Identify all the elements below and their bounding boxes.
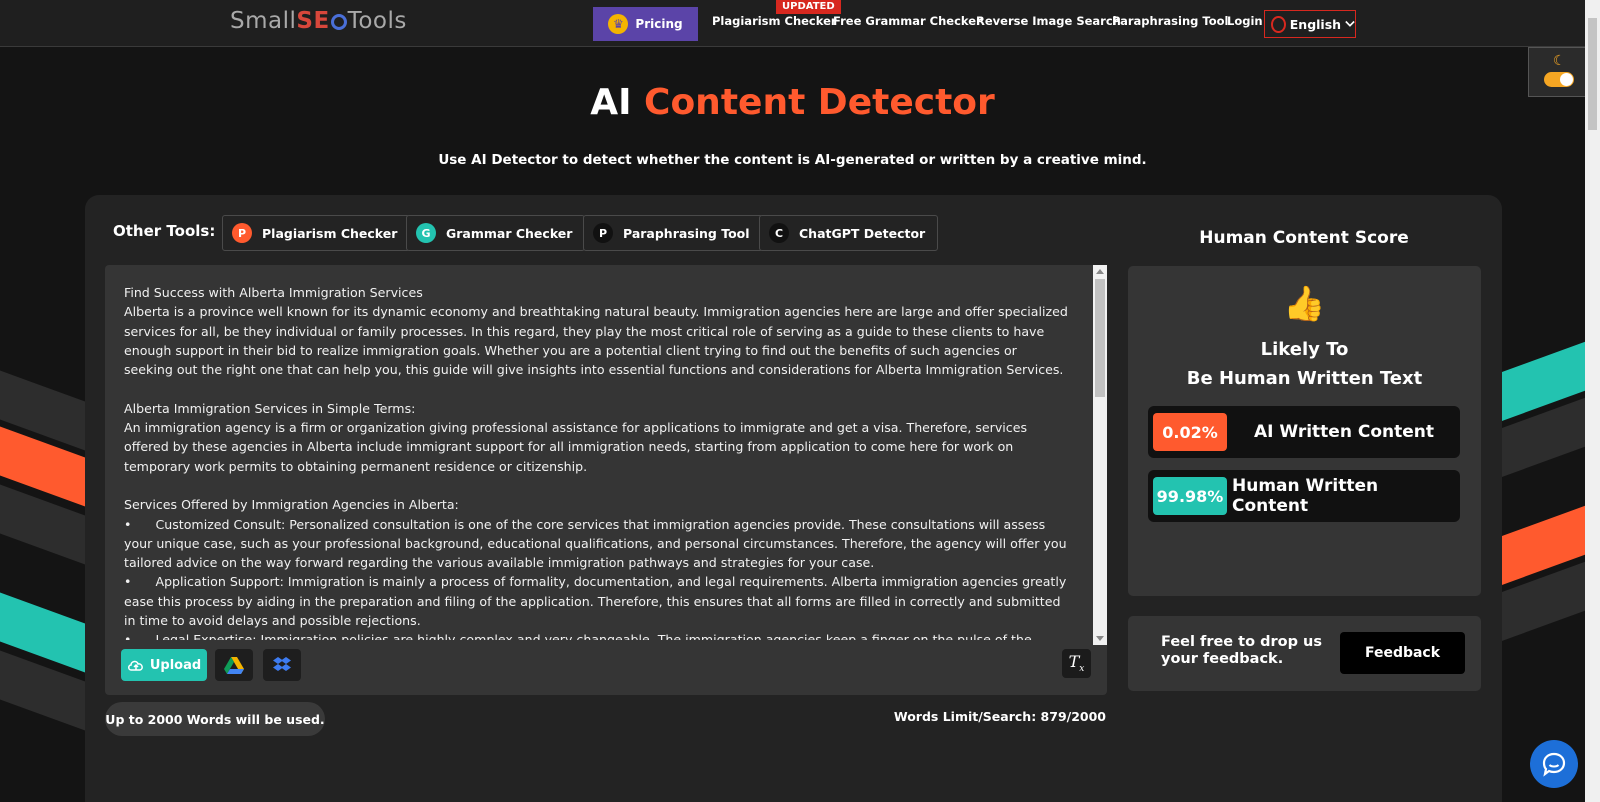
scroll-up-icon[interactable] xyxy=(1096,269,1104,274)
human-result-label: Human Written Content xyxy=(1232,476,1379,516)
other-tools-label: Other Tools: xyxy=(113,222,216,240)
thumbs-up-icon: 👍 xyxy=(1283,284,1326,324)
google-drive-button[interactable] xyxy=(215,649,253,681)
updated-badge: UPDATED xyxy=(776,0,841,14)
paraphrasing-tool-icon: P xyxy=(593,223,613,243)
chevron-down-icon xyxy=(1345,20,1355,27)
upload-button[interactable]: Upload xyxy=(121,649,207,681)
crown-icon: ♛ xyxy=(608,14,629,34)
chatgpt-detector-icon: C xyxy=(769,223,789,243)
tool-button-grammar-checker[interactable]: G Grammar Checker xyxy=(406,215,586,251)
chat-bubble-icon xyxy=(1542,752,1566,777)
pricing-button[interactable]: ♛ Pricing xyxy=(593,7,698,41)
page-subtitle: Use AI Detector to detect whether the co… xyxy=(438,152,1147,168)
ai-percentage: 0.02% xyxy=(1153,413,1227,451)
page-scrollbar[interactable] xyxy=(1585,0,1600,802)
logo-text-suffix: Tools xyxy=(347,8,407,34)
pricing-label: Pricing xyxy=(635,17,683,31)
tool-button-paraphrasing-tool[interactable]: P Paraphrasing Tool xyxy=(583,215,763,251)
cloud-upload-icon xyxy=(127,660,143,671)
tool-label: Plagiarism Checker xyxy=(262,225,398,241)
feedback-prompt: Feel free to drop us your feedback. xyxy=(1161,634,1322,667)
word-limit-note: Up to 2000 Words will be used. xyxy=(105,702,325,736)
verdict-line-2: Be Human Written Text xyxy=(1186,368,1423,389)
language-selector[interactable]: English xyxy=(1264,10,1356,38)
nav-link-login[interactable]: Login xyxy=(1227,14,1263,28)
page-title-plain: AI xyxy=(590,82,632,123)
grammar-checker-icon: G xyxy=(416,223,436,243)
dropbox-button[interactable] xyxy=(263,649,301,681)
nav-link-free-grammar-checker[interactable]: Free Grammar Checker xyxy=(833,14,982,28)
page-title-accent: Content Detector xyxy=(644,82,995,123)
tool-button-chatgpt-detector[interactable]: C ChatGPT Detector xyxy=(759,215,939,251)
score-title: Human Content Score xyxy=(1199,228,1409,248)
page-title: AI Content Detector xyxy=(0,82,1585,123)
tool-label: Grammar Checker xyxy=(446,225,573,241)
language-label: English xyxy=(1289,16,1342,32)
site-logo[interactable]: SmallSE Tools xyxy=(230,8,407,34)
nav-link-plagiarism-checker[interactable]: Plagiarism Checker xyxy=(712,14,837,28)
google-drive-icon xyxy=(224,656,244,674)
verdict-line-1: Likely To xyxy=(1260,339,1349,360)
nav-link-paraphrasing-tool[interactable]: Paraphrasing Tool xyxy=(1112,14,1228,28)
plagiarism-checker-icon: P xyxy=(232,223,252,243)
magnifier-icon xyxy=(330,14,347,30)
clear-format-button[interactable]: Tx xyxy=(1062,649,1091,678)
human-percentage: 99.98% xyxy=(1153,477,1227,515)
words-count: Words Limit/Search: 879/2000 xyxy=(893,709,1106,724)
ai-result-row: 0.02% AI Written Content xyxy=(1148,406,1460,458)
verdict: Likely To Be Human Written Text xyxy=(1128,335,1481,393)
editor-scrollbar-thumb[interactable] xyxy=(1095,279,1105,397)
tool-button-plagiarism-checker[interactable]: P Plagiarism Checker xyxy=(222,215,411,251)
scroll-down-icon[interactable] xyxy=(1096,636,1104,641)
nav-link-reverse-image-search[interactable]: Reverse Image Search xyxy=(976,14,1121,28)
content-editor[interactable]: Find Success with Alberta Immigration Se… xyxy=(105,265,1107,695)
top-navbar: SmallSE Tools ♛ Pricing UPDATED Plagiaris… xyxy=(0,0,1585,47)
page-scrollbar-thumb[interactable] xyxy=(1588,18,1597,130)
live-chat-button[interactable] xyxy=(1530,740,1578,788)
human-result-row: 99.98% Human Written Content xyxy=(1148,470,1460,522)
editor-scrollbar[interactable] xyxy=(1093,265,1107,645)
dropbox-icon xyxy=(273,657,291,671)
feedback-button[interactable]: Feedback xyxy=(1340,632,1465,674)
clear-format-icon: Tx xyxy=(1068,652,1085,675)
tool-label: Paraphrasing Tool xyxy=(623,225,750,241)
logo-text-seo: SE xyxy=(296,8,330,34)
upload-label: Upload xyxy=(149,657,202,673)
globe-icon xyxy=(1271,15,1286,33)
moon-icon: ☾ xyxy=(1553,53,1566,69)
tool-label: ChatGPT Detector xyxy=(799,225,926,241)
logo-text-prefix: Small xyxy=(230,8,297,34)
ai-result-label: AI Written Content xyxy=(1253,422,1434,442)
content-textarea[interactable]: Find Success with Alberta Immigration Se… xyxy=(124,283,1069,640)
